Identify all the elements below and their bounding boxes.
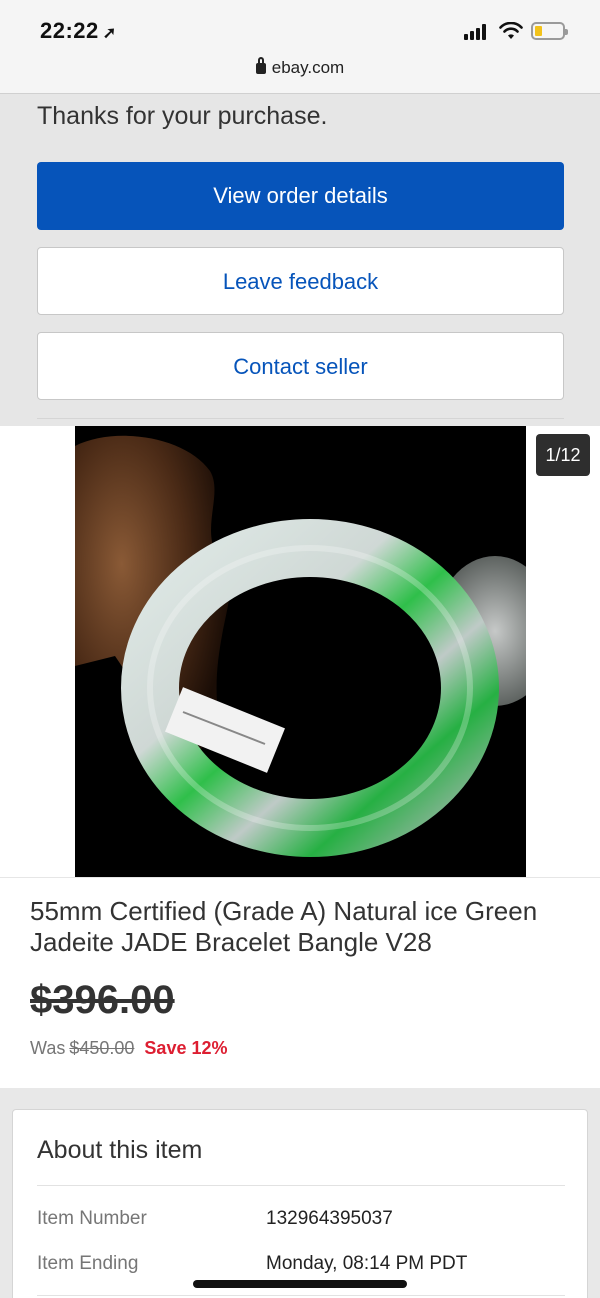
- divider: [37, 1295, 565, 1296]
- divider: [37, 1185, 565, 1186]
- browser-url-bar[interactable]: ebay.com: [0, 50, 600, 94]
- item-number-value: 132964395037: [266, 1208, 393, 1229]
- jade-bangle-illustration: [75, 426, 526, 877]
- was-label: Was: [30, 1038, 66, 1058]
- item-ending-label: Item Ending: [37, 1253, 139, 1274]
- item-ending-value: Monday, 08:14 PM PDT: [266, 1253, 468, 1274]
- product-image[interactable]: [75, 426, 526, 877]
- clock-time: 22:22: [40, 18, 99, 43]
- battery-icon: [531, 22, 568, 40]
- item-title: 55mm Certified (Grade A) Natural ice Gre…: [30, 896, 538, 957]
- contact-seller-button[interactable]: Contact seller: [37, 332, 564, 400]
- about-section: About this item Item Number 132964395037…: [0, 1088, 600, 1298]
- item-info-section: 55mm Certified (Grade A) Natural ice Gre…: [0, 878, 600, 1088]
- divider: [37, 418, 564, 419]
- about-title: About this item: [37, 1136, 203, 1164]
- status-time: 22:22 ➚: [40, 18, 117, 44]
- savings-badge: Save 12%: [144, 1038, 228, 1058]
- location-arrow-icon: ➚: [102, 25, 117, 42]
- image-counter-badge: 1/12: [536, 434, 590, 476]
- status-bar: 22:22 ➚: [0, 0, 600, 50]
- cellular-signal-icon: [464, 24, 492, 40]
- item-number-label: Item Number: [37, 1208, 147, 1229]
- about-card: About this item Item Number 132964395037…: [12, 1109, 588, 1298]
- product-gallery: 1/12: [0, 426, 600, 878]
- wifi-icon: [499, 22, 523, 39]
- thanks-message: Thanks for your purchase.: [37, 102, 328, 130]
- original-price: $450.00: [69, 1038, 135, 1058]
- lock-icon: [255, 57, 266, 74]
- url-display[interactable]: ebay.com: [255, 57, 345, 77]
- leave-feedback-button[interactable]: Leave feedback: [37, 247, 564, 315]
- item-price: $396.00: [30, 978, 175, 1022]
- view-order-details-button[interactable]: View order details: [37, 162, 564, 230]
- purchase-confirmation-section: Thanks for your purchase. View order det…: [0, 94, 600, 426]
- was-price-line: Was $450.00 Save 12%: [30, 1038, 228, 1059]
- home-indicator[interactable]: [193, 1280, 407, 1288]
- url-text: ebay.com: [271, 58, 345, 77]
